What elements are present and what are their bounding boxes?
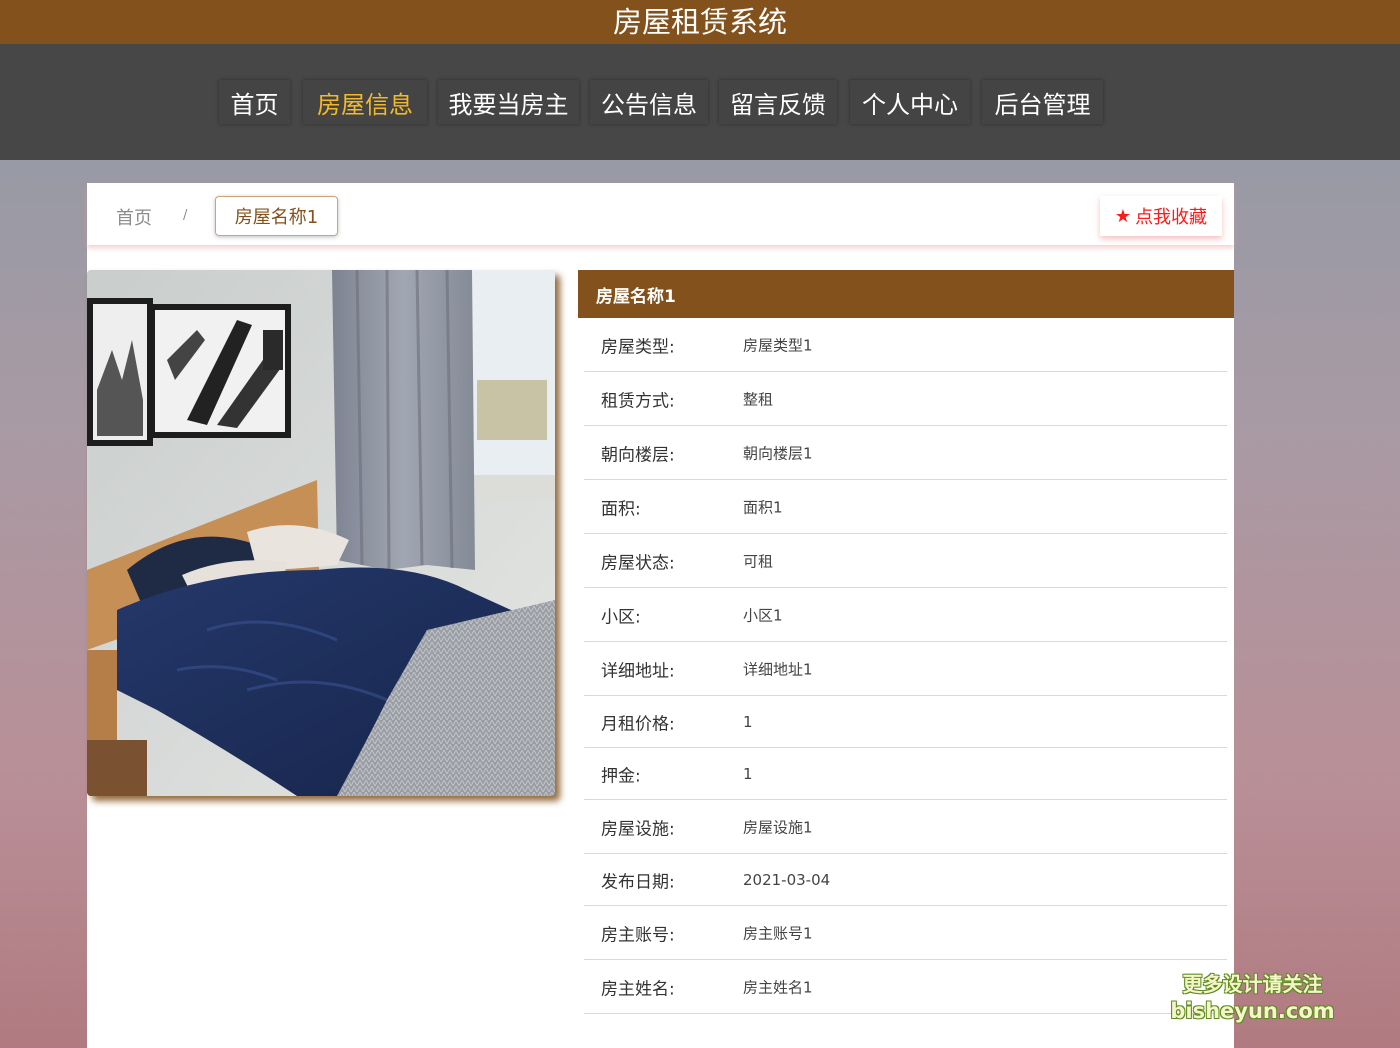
info-row-facilities: 房屋设施: 房屋设施1 [584, 800, 1227, 854]
info-row-community: 小区: 小区1 [584, 588, 1227, 642]
field-value: 1 [743, 764, 753, 783]
field-label: 房屋类型: [601, 337, 675, 357]
info-row-landlord-account: 房主账号: 房主账号1 [584, 906, 1227, 960]
favorite-button[interactable]: ★ 点我收藏 [1100, 196, 1222, 236]
field-label: 房主姓名: [601, 979, 675, 999]
nav-item-admin[interactable]: 后台管理 [982, 80, 1103, 124]
info-row-status: 房屋状态: 可租 [584, 534, 1227, 588]
field-value: 1 [743, 712, 753, 731]
watermark-line2: bisheyun.com [1170, 999, 1335, 1023]
field-label: 房屋状态: [601, 553, 675, 573]
info-row-orientation-floor: 朝向楼层: 朝向楼层1 [584, 426, 1227, 480]
field-value: 可租 [743, 552, 774, 570]
field-value: 房主姓名1 [743, 978, 813, 996]
field-value: 朝向楼层1 [743, 444, 813, 462]
favorite-label: 点我收藏 [1135, 207, 1208, 228]
nav-item-house-info[interactable]: 房屋信息 [303, 80, 427, 124]
watermark: 更多设计请关注 bisheyun.com [1170, 970, 1335, 1024]
field-value: 详细地址1 [743, 660, 813, 678]
field-value: 整租 [743, 390, 774, 408]
field-label: 押金: [601, 766, 641, 786]
field-label: 朝向楼层: [601, 445, 675, 465]
field-label: 面积: [601, 499, 641, 519]
info-row-publish-date: 发布日期: 2021-03-04 [584, 854, 1227, 906]
breadcrumb: 首页 / 房屋名称1 ★ 点我收藏 [87, 183, 1234, 245]
field-value: 房主账号1 [743, 924, 813, 942]
header-bar: 房屋租赁系统 [0, 0, 1400, 44]
star-icon: ★ [1114, 205, 1132, 227]
field-label: 租赁方式: [601, 391, 675, 411]
main-nav: 首页 房屋信息 我要当房主 公告信息 留言反馈 个人中心 后台管理 [0, 44, 1400, 160]
field-value: 小区1 [743, 606, 783, 624]
breadcrumb-separator: / [183, 208, 188, 223]
field-label: 详细地址: [601, 661, 675, 681]
house-info-list: 房屋类型: 房屋类型1 租赁方式: 整租 朝向楼层: 朝向楼层1 面积: 面积1… [584, 318, 1227, 1014]
breadcrumb-home-link[interactable]: 首页 [116, 204, 152, 230]
nav-item-home[interactable]: 首页 [219, 80, 290, 124]
info-row-rental-method: 租赁方式: 整租 [584, 372, 1227, 426]
house-photo [87, 270, 555, 796]
info-row-address: 详细地址: 详细地址1 [584, 642, 1227, 696]
nav-item-announcements[interactable]: 公告信息 [590, 80, 708, 124]
breadcrumb-current: 房屋名称1 [215, 196, 338, 236]
info-row-house-type: 房屋类型: 房屋类型1 [584, 318, 1227, 372]
info-row-area: 面积: 面积1 [584, 480, 1227, 534]
field-value: 房屋类型1 [743, 336, 813, 354]
field-label: 月租价格: [601, 714, 675, 734]
watermark-line1: 更多设计请关注 [1182, 972, 1323, 996]
detail-panel: 首页 / 房屋名称1 ★ 点我收藏 房屋名称1 房屋类型: 房屋类型1 租赁方式… [87, 183, 1234, 1048]
field-value: 房屋设施1 [743, 818, 813, 836]
field-value: 面积1 [743, 498, 783, 516]
info-row-deposit: 押金: 1 [584, 748, 1227, 800]
field-value: 2021-03-04 [743, 870, 831, 889]
field-label: 小区: [601, 607, 641, 627]
field-label: 发布日期: [601, 872, 675, 892]
field-label: 房主账号: [601, 925, 675, 945]
nav-item-feedback[interactable]: 留言反馈 [719, 80, 837, 124]
info-row-monthly-rent: 月租价格: 1 [584, 696, 1227, 748]
app-title: 房屋租赁系统 [612, 5, 787, 39]
nav-item-become-landlord[interactable]: 我要当房主 [438, 80, 579, 124]
house-title: 房屋名称1 [578, 270, 1234, 318]
field-label: 房屋设施: [601, 819, 675, 839]
info-row-landlord-name: 房主姓名: 房主姓名1 [584, 960, 1227, 1014]
nav-item-personal-center[interactable]: 个人中心 [850, 80, 970, 124]
